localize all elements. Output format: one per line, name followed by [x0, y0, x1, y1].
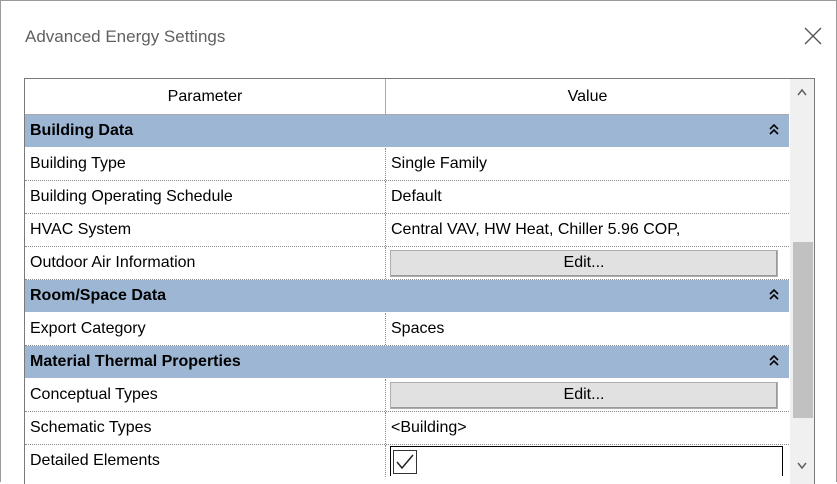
close-button[interactable]	[800, 23, 826, 49]
param-label: Building Type	[25, 148, 386, 180]
group-label: Material Thermal Properties	[30, 353, 241, 370]
param-label: Detailed Elements	[25, 445, 386, 477]
param-label: Outdoor Air Information	[25, 247, 386, 279]
collapse-icon[interactable]	[768, 123, 780, 137]
grid-header: Parameter Value	[25, 79, 789, 115]
hvac-system-value[interactable]: Central VAV, HW Heat, Chiller 5.96 COP,	[386, 214, 789, 246]
column-header-parameter[interactable]: Parameter	[25, 79, 386, 114]
row-building-type: Building Type Single Family	[25, 148, 789, 181]
schematic-types-value[interactable]: <Building>	[386, 412, 789, 444]
export-category-value[interactable]: Spaces	[386, 313, 789, 345]
title-bar: Advanced Energy Settings	[1, 1, 836, 71]
group-room-space-data[interactable]: Room/Space Data	[25, 280, 789, 313]
conceptual-types-edit-button[interactable]: Edit...	[390, 381, 778, 409]
vertical-scrollbar[interactable]	[790, 79, 814, 484]
row-schematic-types: Schematic Types <Building>	[25, 412, 789, 445]
value-cell: Edit...	[386, 247, 789, 279]
properties-grid: Parameter Value Building Data Building T…	[24, 78, 815, 484]
collapse-icon[interactable]	[768, 354, 780, 368]
scrollbar-thumb[interactable]	[793, 242, 813, 418]
row-detailed-elements: Detailed Elements	[25, 445, 789, 477]
scroll-up-button[interactable]	[790, 79, 814, 107]
scroll-down-button[interactable]	[790, 451, 814, 479]
param-label: Schematic Types	[25, 412, 386, 444]
collapse-icon[interactable]	[768, 288, 780, 302]
group-label: Building Data	[30, 122, 134, 139]
column-header-value[interactable]: Value	[386, 79, 789, 114]
row-building-operating-schedule: Building Operating Schedule Default	[25, 181, 789, 214]
param-label: Conceptual Types	[25, 379, 386, 411]
advanced-energy-settings-dialog: Advanced Energy Settings Parameter Value…	[0, 0, 837, 484]
chevron-down-icon	[797, 462, 807, 470]
value-cell	[386, 445, 789, 477]
chevron-up-icon	[797, 88, 807, 96]
group-building-data[interactable]: Building Data	[25, 115, 789, 148]
row-hvac-system: HVAC System Central VAV, HW Heat, Chille…	[25, 214, 789, 247]
value-cell: Edit...	[386, 379, 789, 411]
close-icon	[804, 27, 822, 45]
grid-content: Parameter Value Building Data Building T…	[25, 79, 789, 477]
row-export-category: Export Category Spaces	[25, 313, 789, 346]
group-material-thermal-properties[interactable]: Material Thermal Properties	[25, 346, 789, 379]
param-label: Building Operating Schedule	[25, 181, 386, 213]
building-type-value[interactable]: Single Family	[386, 148, 789, 180]
row-outdoor-air-information: Outdoor Air Information Edit...	[25, 247, 789, 280]
outdoor-air-edit-button[interactable]: Edit...	[390, 249, 778, 277]
param-label: Export Category	[25, 313, 386, 345]
detailed-elements-checkbox[interactable]	[393, 450, 417, 474]
operating-schedule-value[interactable]: Default	[386, 181, 789, 213]
detailed-elements-cell	[390, 446, 783, 476]
checkmark-icon	[396, 454, 414, 470]
param-label: HVAC System	[25, 214, 386, 246]
dialog-title: Advanced Energy Settings	[25, 27, 226, 46]
row-conceptual-types: Conceptual Types Edit...	[25, 379, 789, 412]
group-label: Room/Space Data	[30, 287, 167, 304]
